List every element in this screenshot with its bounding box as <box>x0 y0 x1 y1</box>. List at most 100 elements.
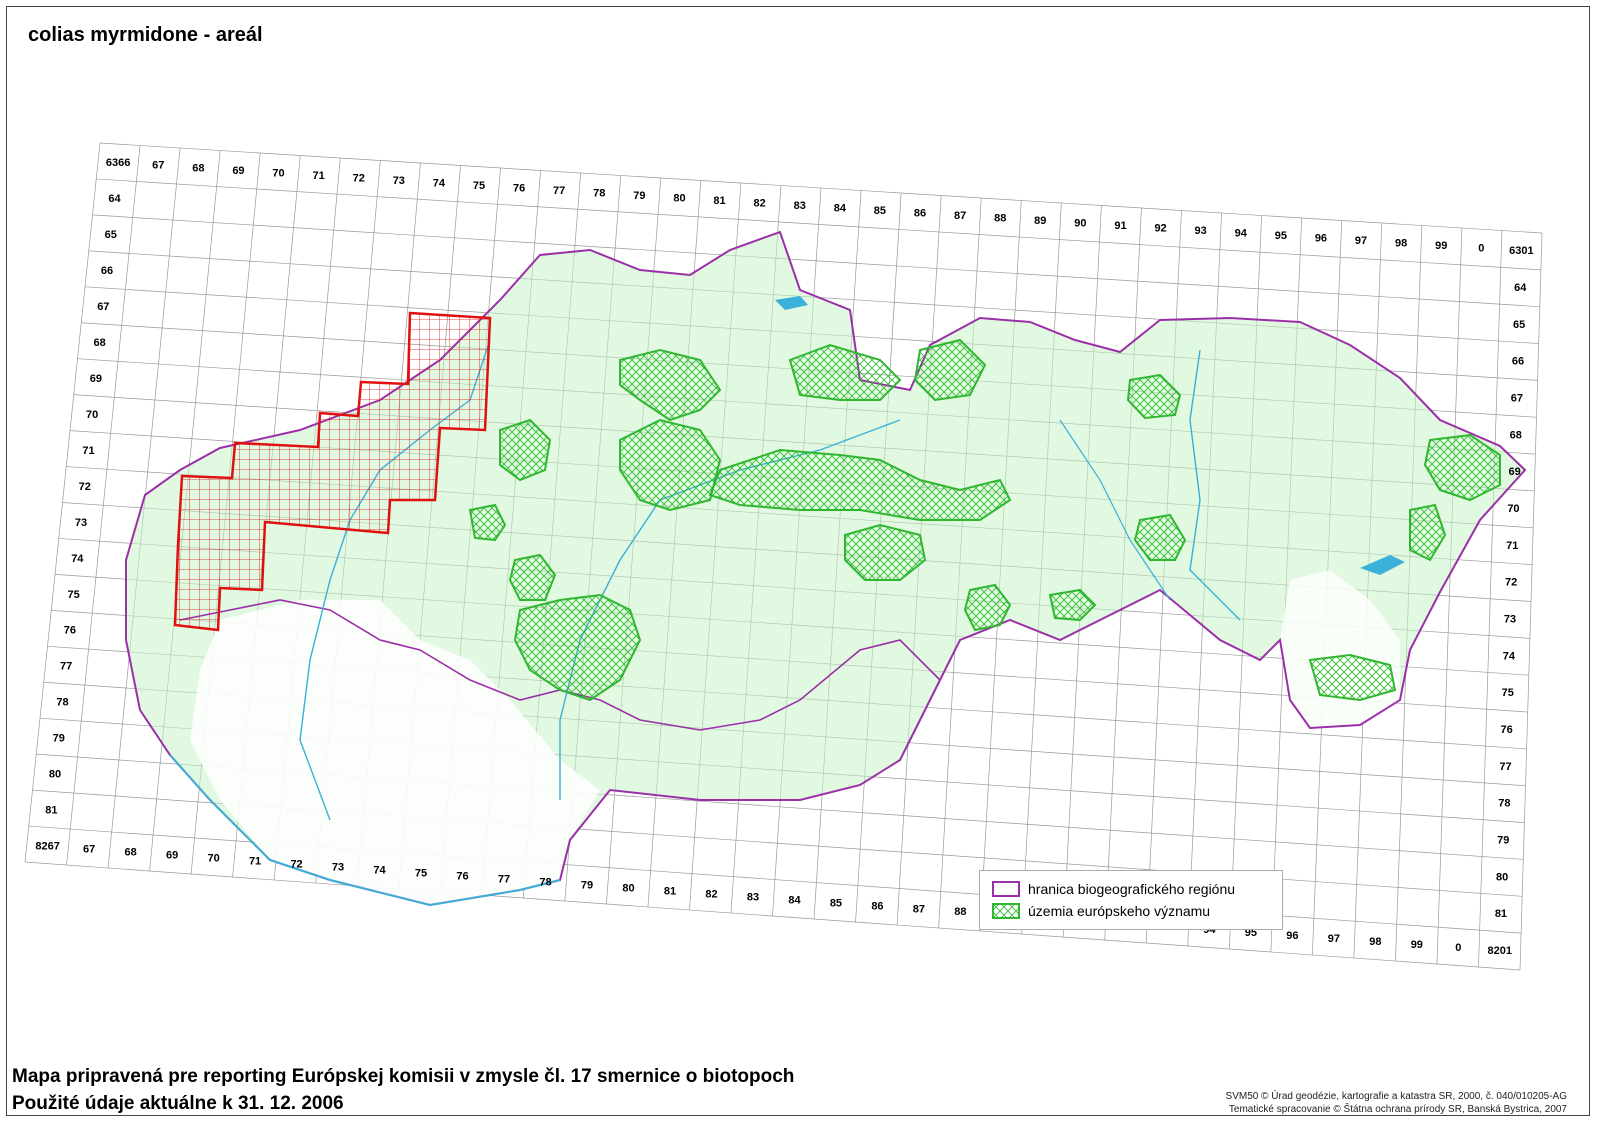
grid-label-bottom: 88 <box>954 906 966 918</box>
grid-label-top: 74 <box>433 177 446 189</box>
grid-label-left: 68 <box>93 337 105 349</box>
grid-label-top: 80 <box>673 192 685 204</box>
grid-label-right: 66 <box>1512 356 1524 368</box>
grid-label-right: 79 <box>1497 835 1509 847</box>
grid-label-bottom: 82 <box>705 888 717 900</box>
grid-label-left: 76 <box>64 625 76 637</box>
grid-label-top: 95 <box>1275 230 1287 242</box>
grid-label-top: 94 <box>1235 228 1248 240</box>
footer-line2: Použité údaje aktuálne k 31. 12. 2006 <box>12 1093 344 1114</box>
grid-label-right: 76 <box>1501 724 1513 736</box>
grid-label-left: 81 <box>45 805 57 817</box>
grid-label-top: 71 <box>313 170 325 182</box>
grid-label-right: 77 <box>1499 761 1511 773</box>
grid-label-bottom: 8267 <box>35 841 59 853</box>
grid-label-top: 97 <box>1355 235 1367 247</box>
grid-line <box>24 861 1521 971</box>
grid-label-bottom: 99 <box>1411 939 1423 951</box>
grid-label-left: 79 <box>53 733 65 745</box>
grid-label-left: 70 <box>86 409 98 421</box>
site-4 <box>788 343 902 401</box>
grid-label-right: 81 <box>1495 908 1507 920</box>
grid-label-top: 87 <box>954 210 966 222</box>
grid-label-bottom: 84 <box>788 894 801 906</box>
legend-label: hranica biogeografického regiónu <box>1028 881 1236 897</box>
grid-label-bottom: 67 <box>83 844 95 856</box>
slovakia-area <box>125 230 1527 907</box>
grid-label-left: 72 <box>79 481 91 493</box>
grid-label-top: 75 <box>473 180 485 192</box>
grid-label-left: 74 <box>71 553 84 565</box>
grid-label-bottom: 80 <box>622 882 634 894</box>
grid-line <box>99 142 1543 234</box>
footer-line1: Mapa pripravená pre reporting Európskej … <box>12 1066 795 1087</box>
grid-label-bottom: 76 <box>456 870 468 882</box>
grid-label-bottom: 72 <box>290 858 302 870</box>
grid-label-top: 86 <box>914 207 926 219</box>
grid-label-top: 67 <box>152 160 164 172</box>
grid-label-left: 75 <box>67 589 79 601</box>
grid-label-top: 83 <box>794 200 806 212</box>
legend-label: územia európskeho významu <box>1028 903 1211 919</box>
grid-label-top: 77 <box>553 185 565 197</box>
grid-label-right: 64 <box>1514 282 1527 294</box>
grid-label-left: 69 <box>90 373 102 385</box>
border-swatch <box>992 881 1020 897</box>
grid-label-bottom: 79 <box>581 879 593 891</box>
grid-label-top: 88 <box>994 213 1006 225</box>
grid-label-bottom: 83 <box>747 891 759 903</box>
grid-label-top: 6301 <box>1509 245 1533 257</box>
grid-label-top: 81 <box>713 195 725 207</box>
grid-label-left: 80 <box>49 769 61 781</box>
grid-label-right: 73 <box>1504 614 1516 626</box>
grid-label-right: 70 <box>1507 503 1519 515</box>
grid-label-right: 68 <box>1510 429 1522 441</box>
grid-label-top: 90 <box>1074 218 1086 230</box>
grid-label-left: 73 <box>75 517 87 529</box>
grid-label-left: 65 <box>105 229 117 241</box>
map-canvas: 6366 67 68 69 70 71 72 73 74 75 76 77 78 79 80 81 82 83 84… <box>24 142 1543 971</box>
grid-label-bottom: 87 <box>913 903 925 915</box>
grid-label-top: 78 <box>593 187 605 199</box>
grid-label-top: 91 <box>1114 220 1126 232</box>
sites-swatch <box>992 903 1020 919</box>
grid-label-right: 71 <box>1506 540 1518 552</box>
grid-line <box>96 178 1541 271</box>
grid-label-bottom: 68 <box>124 846 136 858</box>
grid-label-bottom: 0 <box>1455 942 1461 954</box>
grid-label-top: 96 <box>1315 233 1327 245</box>
grid-label-top: 84 <box>834 202 847 214</box>
grid-label-bottom: 75 <box>415 867 427 879</box>
grid-label-bottom: 86 <box>871 900 883 912</box>
grid-label-top: 93 <box>1195 225 1207 237</box>
grid-label-top: 73 <box>393 175 405 187</box>
grid-label-left: 77 <box>60 661 72 673</box>
grid-label-right: 74 <box>1503 650 1516 662</box>
grid-label-right: 67 <box>1511 393 1523 405</box>
grid-line <box>92 214 1540 308</box>
grid-label-top: 99 <box>1435 240 1447 252</box>
grid-label-top: 92 <box>1154 223 1166 235</box>
grid-label-left: 71 <box>82 445 94 457</box>
grid-label-bottom: 74 <box>373 864 386 876</box>
grid-label-top: 70 <box>272 167 284 179</box>
grid-label-top: 89 <box>1034 215 1046 227</box>
grid-label-bottom: 73 <box>332 861 344 873</box>
grid-label-bottom: 97 <box>1328 933 1340 945</box>
legend-item-sites: územia európskeho významu <box>992 901 1210 921</box>
grid-label-right: 69 <box>1508 466 1520 478</box>
grid-label-bottom: 69 <box>166 849 178 861</box>
grid-label-top: 82 <box>754 197 766 209</box>
grid-label-left: 78 <box>56 697 68 709</box>
grid-label-left: 64 <box>108 193 121 205</box>
grid-label-bottom: 8201 <box>1488 945 1512 957</box>
grid-label-bottom: 85 <box>830 897 842 909</box>
grid-label-top: 72 <box>353 172 365 184</box>
grid-label-top: 85 <box>874 205 886 217</box>
grid-label-bottom: 71 <box>249 855 261 867</box>
grid-label-top: 98 <box>1395 238 1407 250</box>
grid-label-top: 0 <box>1478 243 1484 255</box>
grid-label-top: 69 <box>232 165 244 177</box>
grid-label-right: 75 <box>1502 687 1514 699</box>
grid-label-top: 68 <box>192 162 204 174</box>
